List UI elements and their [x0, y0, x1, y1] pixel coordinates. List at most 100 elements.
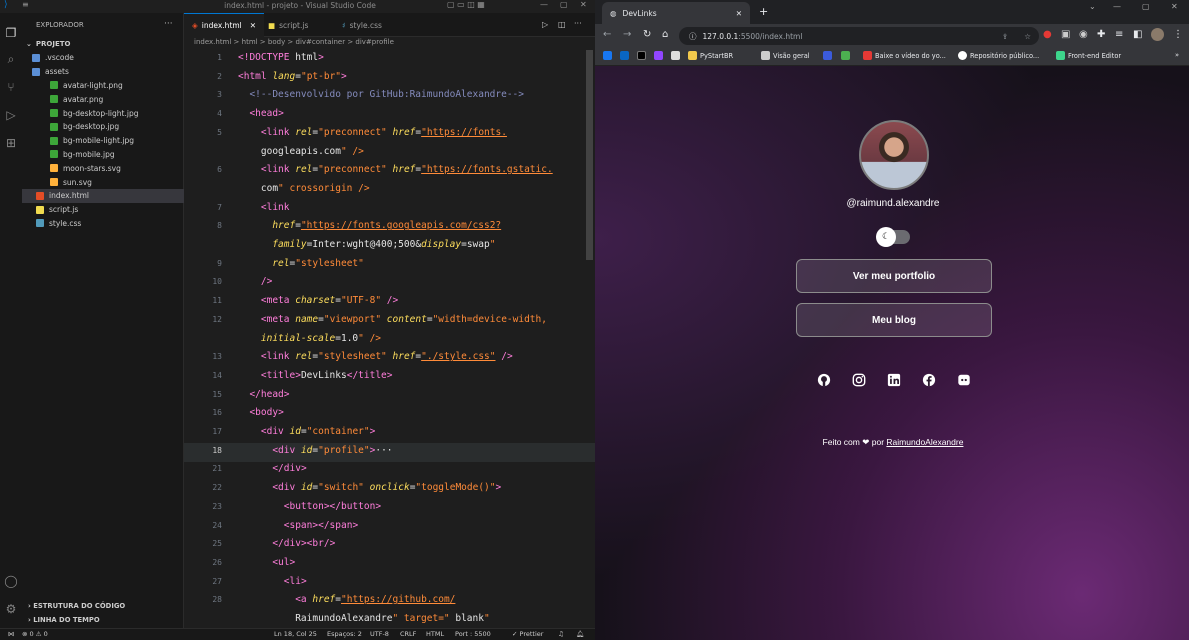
bookmark-extra-icon[interactable] [841, 51, 850, 60]
language-mode[interactable]: HTML [426, 630, 444, 638]
code-line[interactable]: <a href="https://github.com/ [238, 594, 455, 605]
bookmark-twitch-icon[interactable] [654, 51, 663, 60]
bookmark-baixe-video[interactable]: Baixe o vídeo do yo... [863, 51, 946, 60]
project-folder[interactable]: ⌄ PROJETO [22, 37, 184, 51]
close-tab-icon[interactable]: ✕ [736, 9, 742, 18]
code-line[interactable]: family=Inter:wght@400;500&display=swap" [238, 239, 495, 250]
close-button[interactable]: ✕ [580, 0, 587, 9]
explorer-icon[interactable]: ❐ [3, 25, 19, 41]
extensions-icon[interactable]: ⊞ [3, 135, 19, 151]
code-line[interactable]: initial-scale=1.0" /> [238, 333, 381, 344]
tree-item[interactable]: bg-desktop-light.jpg [22, 106, 184, 120]
editor-more-icon[interactable]: ··· [574, 19, 582, 28]
code-line[interactable]: <link rel="preconnect" href="https://fon… [238, 164, 553, 175]
blog-button[interactable]: Meu blog [796, 303, 992, 337]
tree-item[interactable]: sun.svg [22, 175, 184, 189]
search-icon[interactable]: ⌕ [3, 51, 19, 67]
author-link[interactable]: RaimundoAlexandre [886, 437, 963, 447]
remote-icon[interactable]: ⋈ [8, 630, 15, 638]
bookmark-x-icon[interactable] [637, 51, 646, 60]
live-server-port[interactable]: Port : 5500 [455, 630, 491, 638]
back-icon[interactable]: ← [603, 29, 611, 40]
tab-script-js[interactable]: ■ script.js [260, 13, 316, 37]
code-line[interactable]: <ul> [238, 557, 295, 568]
source-control-icon[interactable]: ⑂ [3, 79, 19, 95]
portfolio-button[interactable]: Ver meu portfolio [796, 259, 992, 293]
bookmark-extra-icon[interactable] [823, 51, 832, 60]
tree-item[interactable]: assets [22, 65, 184, 79]
tree-item[interactable]: avatar.png [22, 92, 184, 106]
side-panel-icon[interactable]: ◧ [1133, 29, 1142, 40]
discord-icon[interactable] [955, 371, 973, 389]
code-line[interactable]: <link rel="preconnect" href="https://fon… [238, 127, 507, 138]
extension-icon[interactable]: ● [1043, 29, 1052, 40]
code-line[interactable]: </div> [238, 463, 306, 474]
tree-item[interactable]: style.css [22, 217, 184, 231]
code-line[interactable]: <link [238, 202, 290, 213]
code-line[interactable]: </div><br/> [238, 538, 335, 549]
settings-gear-icon[interactable]: ⚙ [3, 601, 19, 617]
tree-item[interactable]: bg-desktop.jpg [22, 120, 184, 134]
code-line[interactable]: <li> [238, 576, 307, 587]
code-line[interactable]: googleapis.com" /> [238, 146, 364, 157]
code-line[interactable]: <div id="switch" onclick="toggleMode()"> [238, 482, 501, 493]
code-line[interactable]: <button></button> [238, 501, 381, 512]
code-line[interactable]: com" crossorigin /> [238, 183, 370, 194]
tree-item[interactable]: index.html [22, 189, 184, 203]
theme-switch[interactable]: ☾ [876, 227, 910, 247]
extension-icon[interactable]: ▣ [1061, 29, 1070, 40]
tab-style-css[interactable]: ♯ style.css [334, 13, 390, 37]
instagram-icon[interactable] [850, 371, 868, 389]
github-icon[interactable] [815, 371, 833, 389]
bookmark-docs-icon[interactable] [671, 51, 680, 60]
bookmark-frontend-editor[interactable]: Front-end Editor [1056, 51, 1121, 60]
tree-item[interactable]: .vscode [22, 51, 184, 65]
minimize-button[interactable]: — [540, 0, 548, 9]
tab-index-html[interactable]: ◈ index.html ✕ [184, 13, 265, 37]
code-line[interactable]: <meta name="viewport" content="width=dev… [238, 314, 547, 325]
code-editor[interactable]: 1 <!DOCTYPE html> 2 <html lang="pt-br"> 3 <!… [184, 50, 595, 628]
new-tab-button[interactable]: + [759, 5, 768, 18]
facebook-icon[interactable] [920, 371, 938, 389]
bookmark-facebook-icon[interactable] [603, 51, 612, 60]
bookmark-repositorio[interactable]: Repositório público... [958, 51, 1039, 60]
account-icon[interactable]: ◯ [3, 573, 19, 589]
bookmarks-overflow-icon[interactable]: » [1175, 51, 1179, 59]
browser-maximize-button[interactable]: ▢ [1142, 2, 1150, 11]
linkedin-icon[interactable] [885, 371, 903, 389]
bookmark-visao-geral[interactable]: Visão geral [761, 51, 810, 60]
tree-item[interactable]: bg-mobile.jpg [22, 148, 184, 162]
browser-tab-devlinks[interactable]: ◍ DevLinks ✕ [602, 2, 750, 24]
code-line[interactable]: <meta charset="UTF-8" /> [238, 295, 398, 306]
code-line[interactable]: /> [238, 276, 272, 287]
extensions-puzzle-icon[interactable]: ✚ [1097, 29, 1105, 40]
code-line[interactable]: <html lang="pt-br"> [238, 71, 347, 82]
bookmark-star-icon[interactable]: ☆ [1024, 32, 1031, 41]
breadcrumb[interactable]: index.html > html > body > div#container… [184, 38, 595, 50]
split-editor-icon[interactable]: ◫ [558, 20, 566, 29]
more-actions-icon[interactable]: ··· [164, 19, 173, 29]
reload-icon[interactable]: ↻ [643, 29, 651, 40]
tree-item[interactable]: bg-mobile-light.jpg [22, 134, 184, 148]
code-line[interactable]: href="https://fonts.googleapis.com/css2? [238, 220, 501, 231]
forward-icon[interactable]: → [623, 29, 631, 40]
code-line[interactable]: </head> [238, 389, 289, 400]
browser-close-button[interactable]: ✕ [1171, 2, 1178, 11]
code-line[interactable]: rel="stylesheet" [238, 258, 364, 269]
tree-item[interactable]: script.js [22, 203, 184, 217]
bookmark-pystartbr[interactable]: PyStartBR [688, 51, 733, 60]
code-line[interactable]: <body> [238, 407, 283, 418]
feedback-icon[interactable]: ♫ [558, 630, 564, 638]
notifications-bell-icon[interactable]: 🔔︎ [576, 630, 584, 638]
cursor-position[interactable]: Ln 18, Col 25 [274, 630, 317, 638]
run-debug-icon[interactable]: ▷ [3, 107, 19, 123]
profile-avatar[interactable] [1151, 28, 1164, 41]
tree-item[interactable]: moon-stars.svg [22, 161, 184, 175]
close-tab-icon[interactable]: ✕ [250, 21, 256, 30]
timeline-section[interactable]: › LINHA DO TEMPO [22, 616, 184, 624]
outline-section[interactable]: › ESTRUTURA DO CÓDIGO [22, 602, 184, 610]
prettier-status[interactable]: ✓ Prettier [512, 630, 543, 638]
address-bar[interactable]: ⓘ 127.0.0.1:5500/index.html ⇪ ☆ [679, 27, 1039, 45]
maximize-button[interactable]: ▢ [560, 0, 568, 9]
problems-indicator[interactable]: ⊗ 0 ⚠ 0 [22, 630, 48, 638]
